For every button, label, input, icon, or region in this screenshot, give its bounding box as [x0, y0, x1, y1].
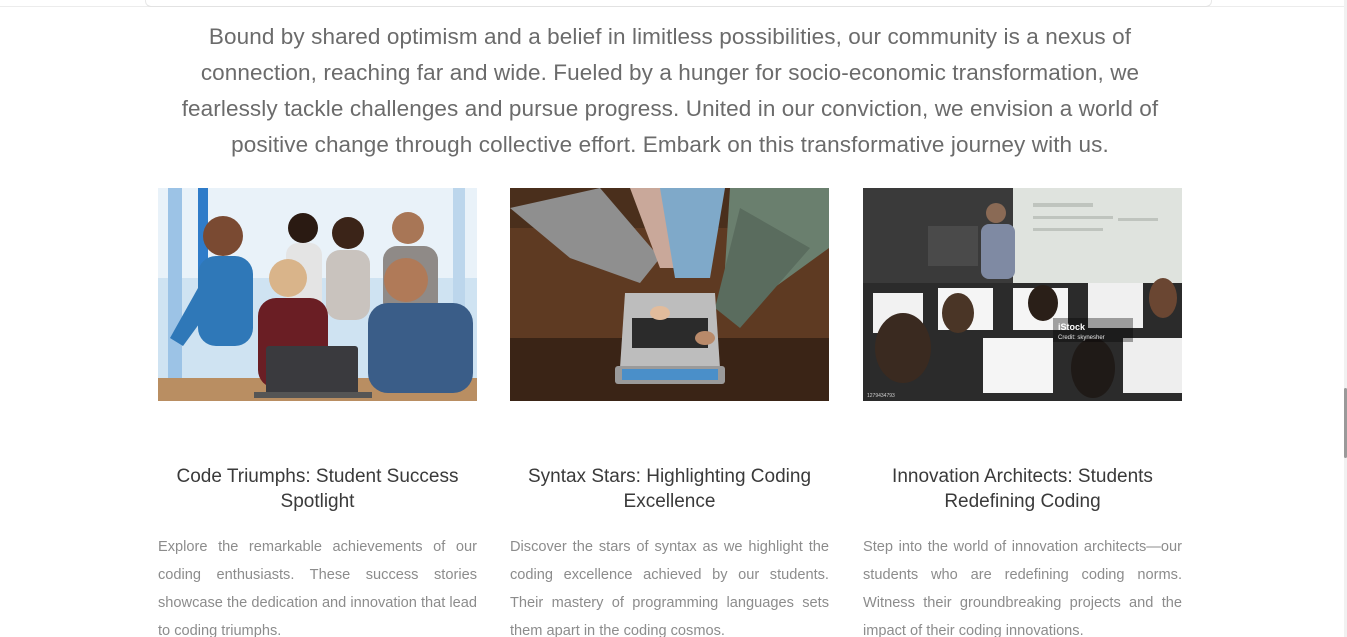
- card-description: Discover the stars of syntax as we highl…: [510, 539, 829, 637]
- card-title: Syntax Stars: Highlighting Coding Excell…: [527, 466, 812, 512]
- card-description: Step into the world of innovation archit…: [863, 539, 1182, 637]
- photo-credit: Credit: skynesher: [1058, 335, 1105, 341]
- computer-classroom-image: iStock Credit: skynesher 1279434793: [863, 188, 1182, 401]
- card-syntax-stars[interactable]: Syntax Stars: Highlighting Coding Excell…: [510, 188, 829, 637]
- stock-id: 1279434793: [867, 393, 895, 399]
- page: Bound by shared optimism and a belief in…: [0, 0, 1347, 637]
- card-description: Explore the remarkable achievements of o…: [158, 539, 477, 637]
- card-title: Innovation Architects: Students Redefini…: [892, 466, 1153, 512]
- header-edge: [145, 0, 1212, 7]
- card-code-triumphs[interactable]: Code Triumphs: Student Success Spotlight…: [158, 188, 477, 637]
- students-celebrating-laptop-image: [158, 188, 477, 401]
- istock-logo: iStock: [1058, 322, 1086, 332]
- hands-on-laptop-image: [510, 188, 829, 401]
- intro-paragraph: Bound by shared optimism and a belief in…: [181, 23, 1159, 157]
- card-title: Code Triumphs: Student Success Spotlight: [176, 466, 459, 512]
- card-innovation-architects[interactable]: iStock Credit: skynesher 1279434793 Inno…: [863, 188, 1182, 637]
